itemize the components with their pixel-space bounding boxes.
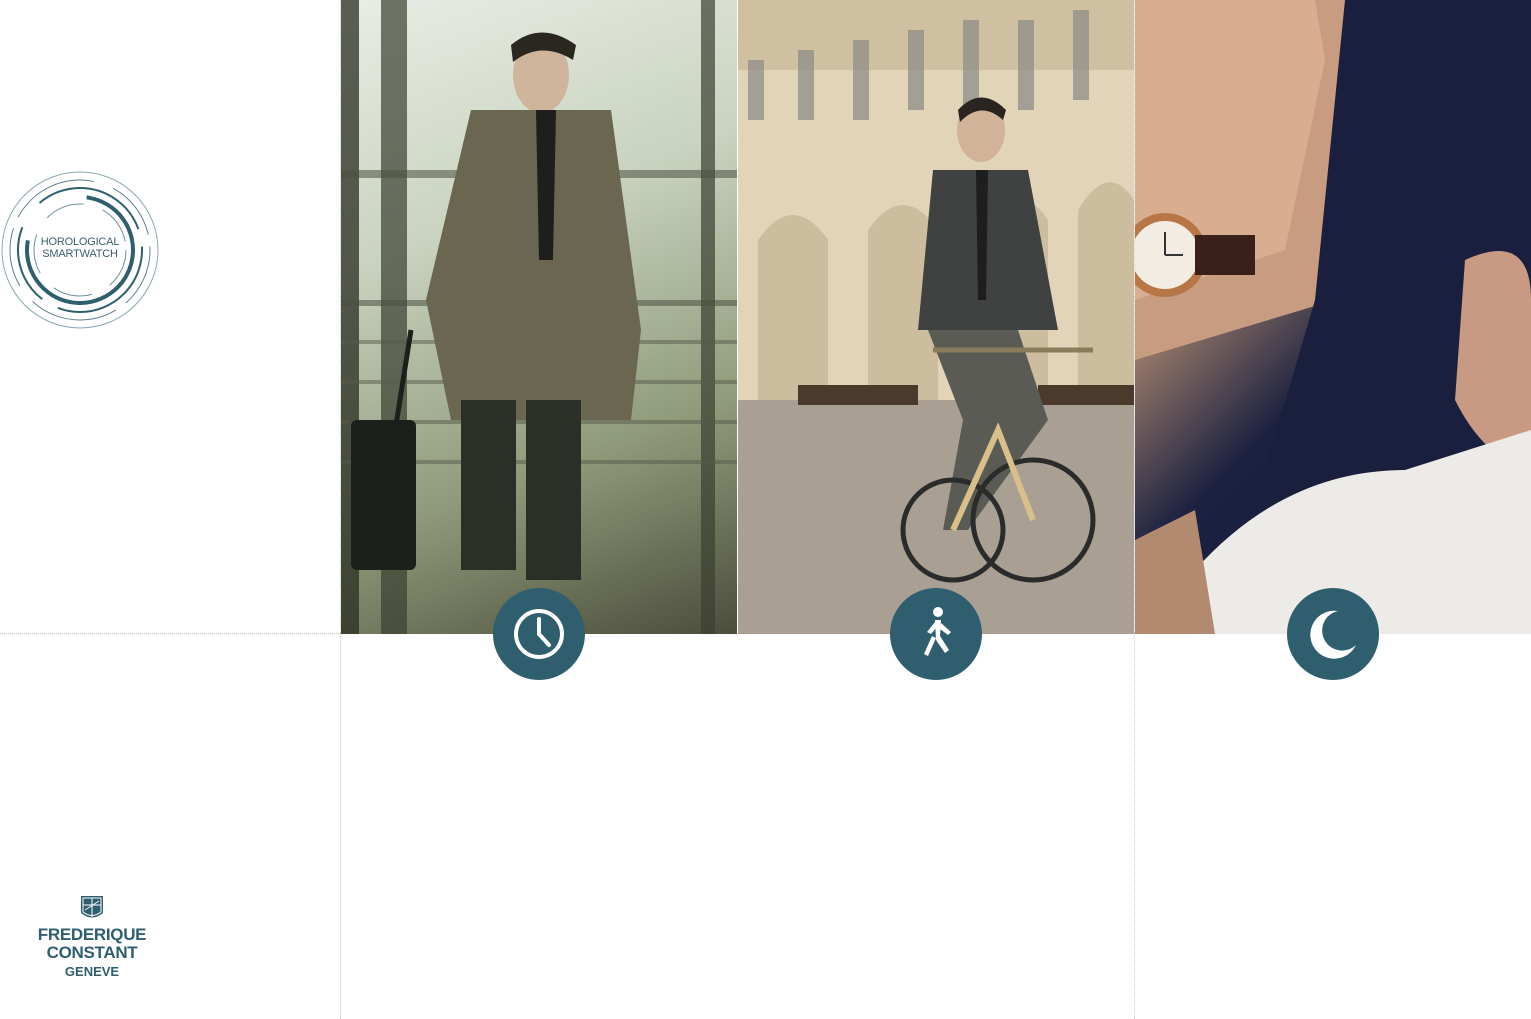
- clock-icon-badge: [493, 588, 585, 680]
- brand-name: FREDERIQUE CONSTANT: [37, 925, 147, 962]
- clock-icon: [514, 609, 564, 659]
- shield-crest-icon: [81, 896, 103, 918]
- badge-line-1: HOROLOGICAL: [40, 236, 120, 248]
- badge-line-2: SMARTWATCH: [42, 248, 118, 260]
- brand-city: GENEVE: [64, 964, 120, 979]
- man-on-bicycle-photo: [738, 0, 1134, 634]
- brand-logo: FREDERIQUE CONSTANT GENEVE: [0, 895, 184, 980]
- walking-person-icon: [924, 607, 951, 656]
- moon-icon: [1310, 610, 1356, 659]
- walking-icon-badge: [890, 588, 982, 680]
- badge-label: HOROLOGICAL SMARTWATCH: [30, 236, 130, 260]
- man-with-luggage-photo: [341, 0, 737, 634]
- moon-icon-badge: [1287, 588, 1379, 680]
- sleeping-man-with-watch-photo: [1135, 0, 1531, 634]
